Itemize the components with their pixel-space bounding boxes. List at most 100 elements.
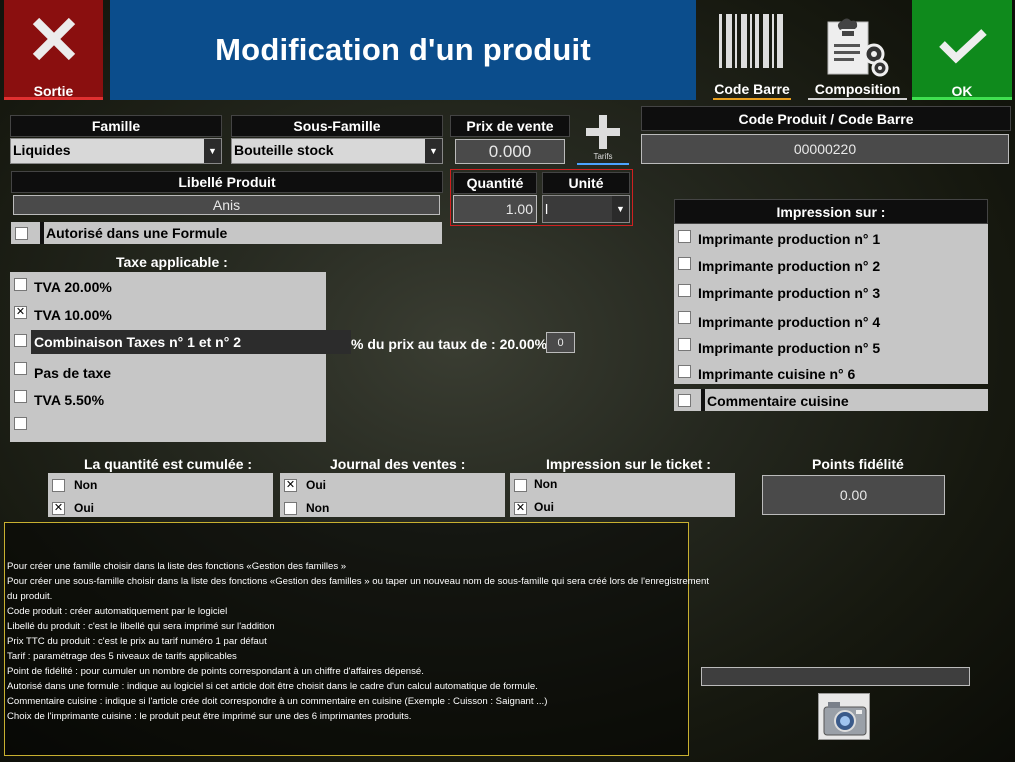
barcode-button[interactable]: Code Barre [713,0,791,100]
journal-oui-checkbox[interactable]: ✕ [284,479,297,492]
journal-non-label: Non [306,501,330,515]
help-line: Pour créer une famille choisir dans la l… [7,561,347,572]
plus-icon [586,115,620,149]
impression-panel [674,224,988,384]
sous-famille-value: Bouteille stock [234,142,334,158]
title-bar: Modification d'un produit [110,0,696,100]
barcode-label: Code Barre [713,81,791,100]
unite-select[interactable]: l ▼ [542,195,630,223]
cumulee-oui-checkbox[interactable]: ✕ [52,502,65,515]
taxe-checkbox-2[interactable]: ✕ [14,306,27,319]
formule-label: Autorisé dans une Formule [46,225,228,241]
libelle-header: Libellé Produit [11,171,443,193]
quantite-input[interactable]: 1.00 [453,195,537,223]
help-line: Prix TTC du produit : c'est le prix au t… [7,636,267,647]
help-line: Libellé du produit : c'est le libellé qu… [7,621,275,632]
famille-value: Liquides [13,142,71,158]
commentaire-label: Commentaire cuisine [707,393,849,409]
chevron-down-icon[interactable]: ▼ [204,139,221,163]
imprimante-label-1: Imprimante production n° 1 [698,231,881,247]
famille-select[interactable]: Liquides ▼ [10,138,222,164]
imprimante-checkbox-2[interactable] [678,257,691,270]
imprimante-checkbox-3[interactable] [678,284,691,297]
composition-label: Composition [808,81,907,100]
formule-row[interactable]: Autorisé dans une Formule [11,222,442,244]
taxe-checkbox-5[interactable] [14,390,27,403]
famille-header: Famille [10,115,222,137]
ticket-oui-label: Oui [534,500,554,514]
fidelite-input[interactable]: 0.00 [762,475,945,515]
ok-label: OK [951,83,973,99]
exit-label: Sortie [33,83,74,99]
help-line: Pour créer une sous-famille choisir dans… [7,576,710,587]
imprimante-label-5: Imprimante production n° 5 [698,340,881,356]
taxe-label-5: TVA 5.50% [34,392,105,408]
taxe-label-4: Pas de taxe [34,365,112,381]
barcode-icon [719,14,783,68]
ticket-non-label: Non [534,477,558,491]
close-icon [32,17,76,61]
sous-famille-header: Sous-Famille [231,115,443,137]
prix-header: Prix de vente [450,115,570,137]
commentaire-divider [701,389,705,411]
help-panel: Pour créer une famille choisir dans la l… [4,522,710,756]
pct-label: % du prix au taux de : 20.00% : [351,336,556,352]
taxe-checkbox-3[interactable] [14,334,27,347]
check-icon [939,29,987,64]
cumulee-header: La quantité est cumulée : [84,456,253,472]
libelle-input[interactable]: Anis [13,195,440,215]
help-line: Code produit : créer automatiquement par… [7,606,228,617]
help-line: Point de fidélité : pour cumuler un nomb… [7,666,424,677]
help-line: Commentaire cuisine : indique si l'artic… [7,696,548,707]
imprimante-checkbox-1[interactable] [678,230,691,243]
sous-famille-select[interactable]: Bouteille stock ▼ [231,138,443,164]
commentaire-checkbox[interactable] [678,394,691,407]
help-line: Autorisé dans une formule : indique au l… [7,681,538,692]
camera-button[interactable] [818,693,870,740]
imprimante-checkbox-6[interactable] [678,365,691,378]
taxe-label-1: TVA 20.00% [34,279,112,295]
ticket-non-checkbox[interactable] [514,479,527,492]
composition-icon [827,18,889,77]
journal-non-checkbox[interactable] [284,502,297,515]
imprimante-checkbox-5[interactable] [678,338,691,351]
taxe-checkbox-6[interactable] [14,417,27,430]
journal-oui-label: Oui [306,478,326,492]
help-line: Choix de l'imprimante cuisine : le produ… [7,711,412,722]
ok-button[interactable]: OK [912,0,1012,100]
quantite-header: Quantité [453,172,537,194]
ticket-oui-checkbox[interactable]: ✕ [514,502,527,515]
cumulee-oui-label: Oui [74,501,94,515]
chevron-down-icon[interactable]: ▼ [612,196,629,222]
commentaire-row[interactable]: Commentaire cuisine [674,389,988,411]
code-produit-field[interactable]: 00000220 [641,134,1009,164]
imprimante-label-6: Imprimante cuisine n° 6 [698,366,856,382]
taxe-header: Taxe applicable : [116,254,228,270]
code-produit-header: Code Produit / Code Barre [641,106,1011,131]
fidelite-header: Points fidélité [812,456,904,472]
tarifs-label: Tarifs [593,152,613,161]
page-title: Modification d'un produit [215,32,591,67]
taxe-label-2: TVA 10.00% [34,307,112,323]
formule-checkbox[interactable] [15,227,28,240]
taxe-checkbox-1[interactable] [14,278,27,291]
help-line: Tarif : paramétrage des 5 niveaux de tar… [7,651,237,662]
tarifs-button[interactable]: Tarifs [577,113,629,165]
tarifs-underline [577,163,629,165]
pct-input[interactable]: 0 [546,332,575,353]
cumulee-non-checkbox[interactable] [52,479,65,492]
prix-input[interactable]: 0.000 [455,139,565,164]
help-lines: Pour créer une famille choisir dans la l… [7,559,710,724]
chevron-down-icon[interactable]: ▼ [425,139,442,163]
unite-header: Unité [542,172,630,194]
journal-header: Journal des ventes : [330,456,466,472]
imprimante-label-4: Imprimante production n° 4 [698,314,881,330]
composition-button[interactable]: Composition [808,0,907,100]
formule-divider [40,222,44,244]
camera-icon [823,702,867,736]
imprimante-checkbox-4[interactable] [678,311,691,324]
taxe-label-3: Combinaison Taxes n° 1 et n° 2 [34,334,241,350]
taxe-checkbox-4[interactable] [14,362,27,375]
exit-button[interactable]: Sortie [4,0,103,100]
imprimante-label-2: Imprimante production n° 2 [698,258,881,274]
